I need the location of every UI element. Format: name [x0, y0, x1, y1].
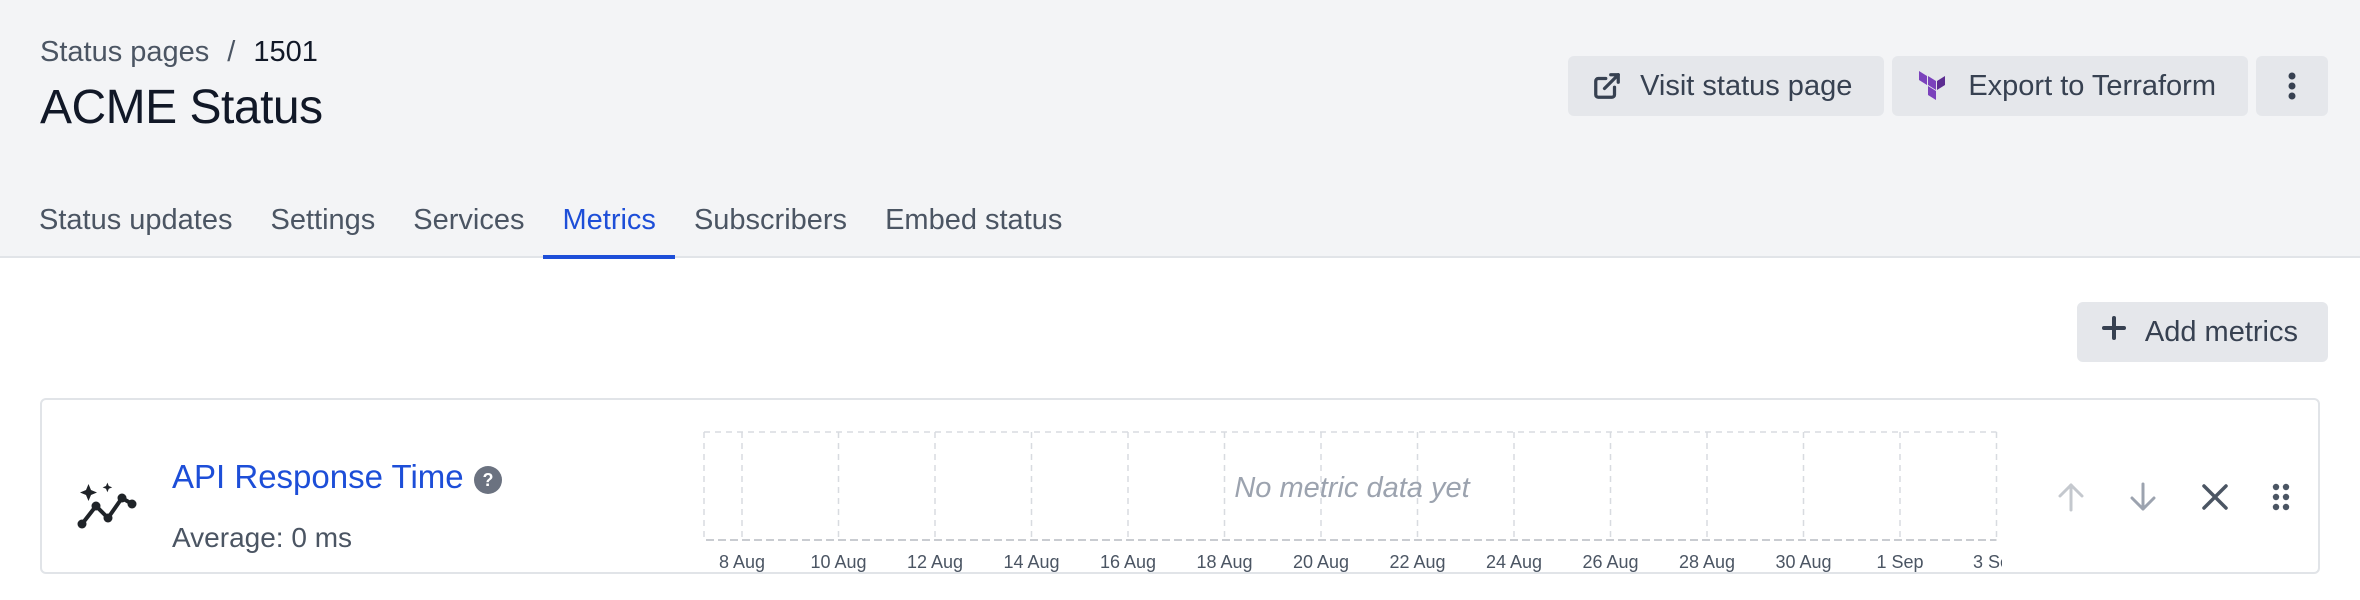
x-tick-label: 12 Aug [907, 552, 963, 572]
x-tick-label: 1 Sep [1876, 552, 1923, 572]
breadcrumb-status-pages[interactable]: Status pages [40, 36, 209, 69]
grip-vertical-icon [2271, 482, 2291, 517]
metric-average: Average: 0 ms [172, 522, 353, 553]
help-icon[interactable]: ? [474, 466, 502, 499]
sparkle-trend-icon [76, 480, 138, 537]
breadcrumb: Status pages / 1501 [40, 36, 318, 69]
x-tick-label: 10 Aug [810, 552, 866, 572]
metric-chart: 8 Aug 10 Aug 12 Aug 14 Aug 16 Aug 18 Aug 20 Au… [702, 430, 2002, 580]
remove-metric-button[interactable] [2190, 474, 2240, 524]
tab-bar: Status updates Settings Services Metrics… [20, 196, 1081, 259]
x-tick-label: 30 Aug [1775, 552, 1831, 572]
page-header: Status pages / 1501 ACME Status Visit st… [0, 0, 2360, 259]
tab-status-updates[interactable]: Status updates [20, 196, 251, 258]
move-down-button[interactable] [2118, 474, 2168, 524]
metric-card: API Response Time ? Average: 0 ms 8 Aug 1… [40, 398, 2320, 574]
add-metrics-label: Add metrics [2144, 315, 2298, 348]
terraform-icon [1916, 70, 1950, 102]
x-tick-label: 20 Aug [1293, 552, 1349, 572]
x-tick-label: 28 Aug [1679, 552, 1735, 572]
plus-icon [2101, 315, 2127, 349]
x-tick-label: 18 Aug [1196, 552, 1252, 572]
arrow-down-icon [2128, 481, 2158, 518]
move-up-button[interactable] [2046, 474, 2096, 524]
visit-status-page-label: Visit status page [1640, 69, 1853, 102]
no-data-message: No metric data yet [1234, 472, 1470, 504]
external-link-icon [1592, 71, 1622, 101]
tab-settings[interactable]: Settings [251, 196, 394, 258]
tab-embed-status[interactable]: Embed status [866, 196, 1081, 258]
breadcrumb-current: 1501 [253, 36, 318, 68]
breadcrumb-separator: / [227, 36, 236, 68]
drag-handle[interactable] [2256, 474, 2306, 524]
kebab-vertical-icon [2287, 71, 2297, 101]
x-tick-label: 8 Aug [719, 552, 765, 572]
export-terraform-button[interactable]: Export to Terraform [1892, 56, 2248, 116]
x-tick-label: 3 Sep [1973, 552, 2002, 572]
metric-name-link[interactable]: API Response Time [172, 458, 464, 496]
metric-card-controls [2028, 474, 2318, 524]
export-terraform-label: Export to Terraform [1968, 69, 2216, 102]
close-icon [2201, 483, 2229, 516]
tab-subscribers[interactable]: Subscribers [675, 196, 866, 258]
arrow-up-icon [2056, 481, 2086, 518]
tab-metrics[interactable]: Metrics [543, 196, 676, 259]
more-options-button[interactable] [2256, 56, 2328, 116]
x-tick-label: 22 Aug [1389, 552, 1445, 572]
page-title: ACME Status [40, 81, 323, 134]
x-tick-label: 16 Aug [1100, 552, 1156, 572]
x-tick-label: 26 Aug [1582, 552, 1638, 572]
tab-services[interactable]: Services [394, 196, 543, 258]
visit-status-page-button[interactable]: Visit status page [1568, 56, 1885, 116]
add-metrics-button[interactable]: Add metrics [2076, 302, 2328, 362]
x-tick-label: 24 Aug [1486, 552, 1542, 572]
header-actions: Visit status page Export to Terraform [1568, 56, 2328, 116]
svg-text:?: ? [483, 470, 494, 490]
x-tick-label: 14 Aug [1003, 552, 1059, 572]
